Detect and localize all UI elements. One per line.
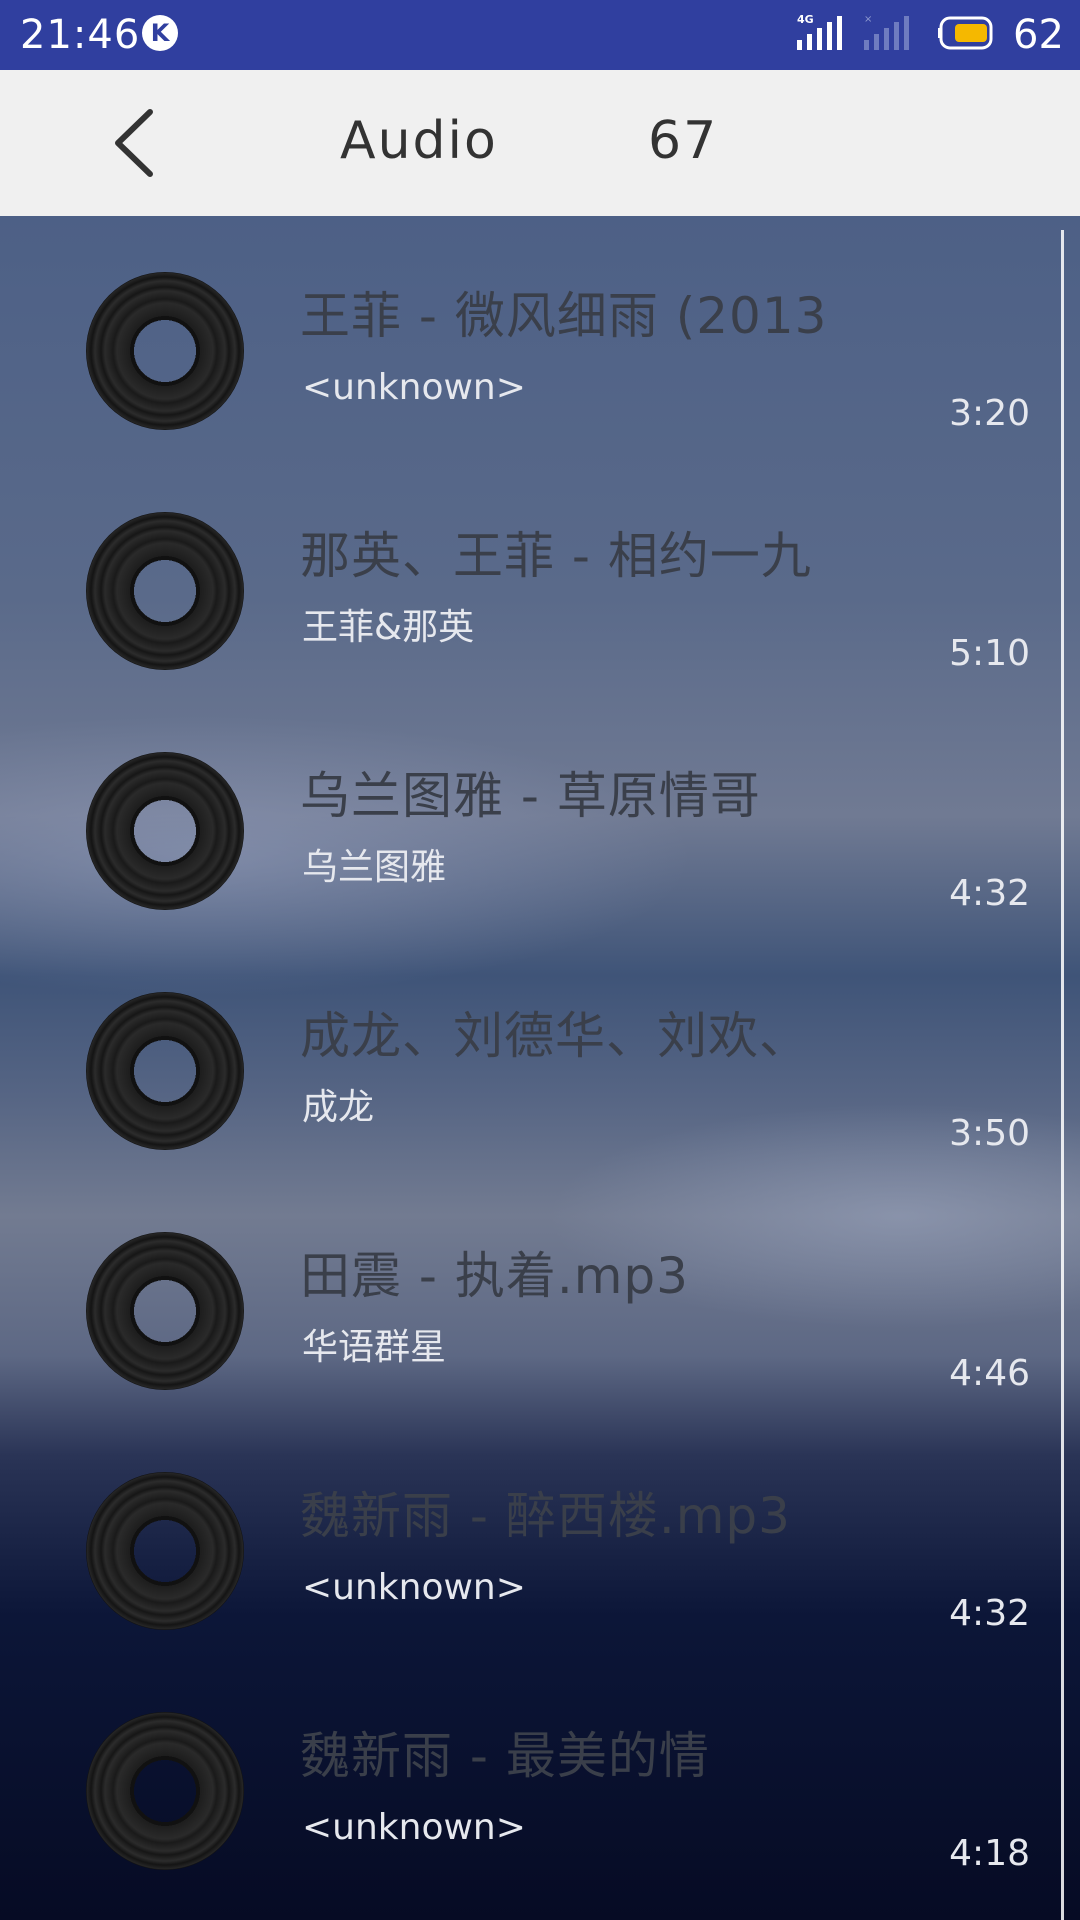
battery-level: 62 (1013, 12, 1064, 58)
song-duration: 3:50 (949, 1113, 1030, 1154)
song-artist: 华语群星 (302, 1327, 447, 1368)
song-duration: 4:32 (949, 1593, 1030, 1634)
song-title: 乌兰图雅 - 草原情哥 (300, 767, 761, 825)
song-title: 魏新雨 - 醉西楼.mp3 (300, 1487, 791, 1545)
app-notification-icon: K (142, 15, 178, 51)
song-list-item[interactable]: 魏新雨 - 醉西楼.mp3 <unknown> 4:32 (0, 1416, 1080, 1656)
signal-4g-icon: 4G (797, 13, 842, 50)
song-list[interactable]: 王菲 - 微风细雨 (2013 <unknown> 3:20 那英、王菲 - 相… (0, 216, 1080, 1920)
chevron-left-icon (115, 109, 153, 177)
song-title: 那英、王菲 - 相约一九 (300, 527, 812, 585)
signal-sim2-icon: × (864, 14, 909, 50)
vinyl-record-icon (86, 512, 244, 670)
song-count: 67 (648, 111, 719, 171)
vinyl-record-icon (86, 272, 244, 430)
song-title: 魏新雨 - 最美的情 (300, 1727, 710, 1785)
song-artist: 乌兰图雅 (302, 847, 447, 888)
song-artist: 王菲&那英 (302, 607, 475, 648)
song-duration: 5:10 (949, 633, 1030, 674)
song-list-item[interactable]: 成龙、刘德华、刘欢、 成龙 3:50 (0, 936, 1080, 1176)
song-title: 王菲 - 微风细雨 (2013 (300, 287, 828, 345)
song-artist: 成龙 (302, 1087, 375, 1128)
status-bar: 21:46 K 4G × 62 (0, 0, 1080, 70)
network-type-label: 4G (797, 13, 814, 26)
song-list-item[interactable]: 魏新雨 - 最美的情 <unknown> 4:18 (0, 1656, 1080, 1896)
song-title: 成龙、刘德华、刘欢、 (300, 1007, 810, 1065)
status-time: 21:46 (20, 12, 141, 58)
song-duration: 4:18 (949, 1833, 1030, 1874)
back-button[interactable] (100, 100, 180, 186)
song-artist: <unknown> (302, 367, 526, 408)
song-artist: <unknown> (302, 1567, 526, 1608)
song-list-item[interactable]: 田震 - 执着.mp3 华语群星 4:46 (0, 1176, 1080, 1416)
page-title: Audio (340, 111, 498, 171)
vinyl-record-icon (86, 752, 244, 910)
song-list-item[interactable]: 那英、王菲 - 相约一九 王菲&那英 5:10 (0, 456, 1080, 696)
song-duration: 4:32 (949, 873, 1030, 914)
song-artist: <unknown> (302, 1807, 526, 1848)
app-header: Audio 67 (0, 70, 1080, 216)
song-duration: 4:46 (949, 1353, 1030, 1394)
vinyl-record-icon (86, 1712, 244, 1870)
battery-icon (938, 16, 993, 50)
vinyl-record-icon (86, 1232, 244, 1390)
svg-text:×: × (864, 14, 872, 25)
song-list-item[interactable]: 王菲 - 微风细雨 (2013 <unknown> 3:20 (0, 216, 1080, 456)
audio-list-screen: 21:46 K 4G × 62 Audio 67 王菲 - 微风细雨 (2013… (0, 0, 1080, 1920)
song-list-item[interactable]: 乌兰图雅 - 草原情哥 乌兰图雅 4:32 (0, 696, 1080, 936)
song-title: 田震 - 执着.mp3 (300, 1247, 689, 1305)
battery-fill (955, 24, 987, 42)
vinyl-record-icon (86, 992, 244, 1150)
song-duration: 3:20 (949, 393, 1030, 434)
vinyl-record-icon (86, 1472, 244, 1630)
